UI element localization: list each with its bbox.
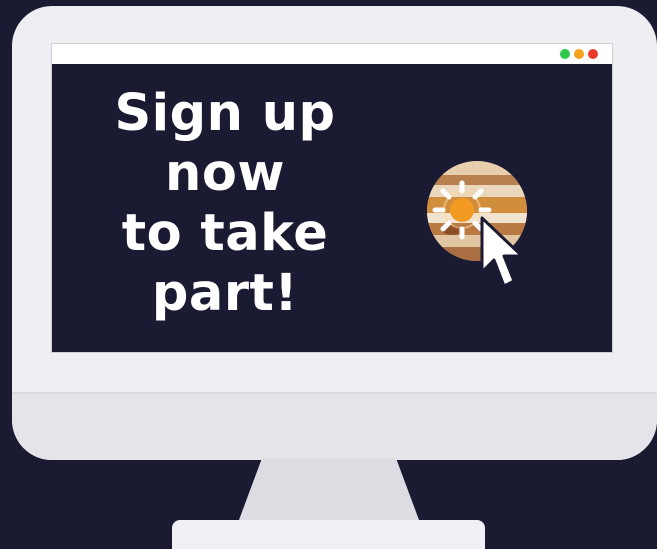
headline-line: to take [121,204,329,263]
headline-line: part! [151,264,299,323]
mouse-pointer-icon [480,216,524,288]
window-orange-button[interactable] [574,49,584,59]
window-red-button[interactable] [588,49,598,59]
monitor-foot [172,520,485,549]
window-green-button[interactable] [560,49,570,59]
monitor-chin [12,394,657,460]
monitor-stand [236,458,422,528]
headline-line: Sign up [114,84,336,143]
window-titlebar [52,44,612,64]
headline-line: now [165,144,285,203]
planet-signup-button[interactable] [422,156,542,296]
signup-headline: Sign up now to take part! [82,84,368,324]
browser-window: Sign up now to take part! [52,44,612,352]
